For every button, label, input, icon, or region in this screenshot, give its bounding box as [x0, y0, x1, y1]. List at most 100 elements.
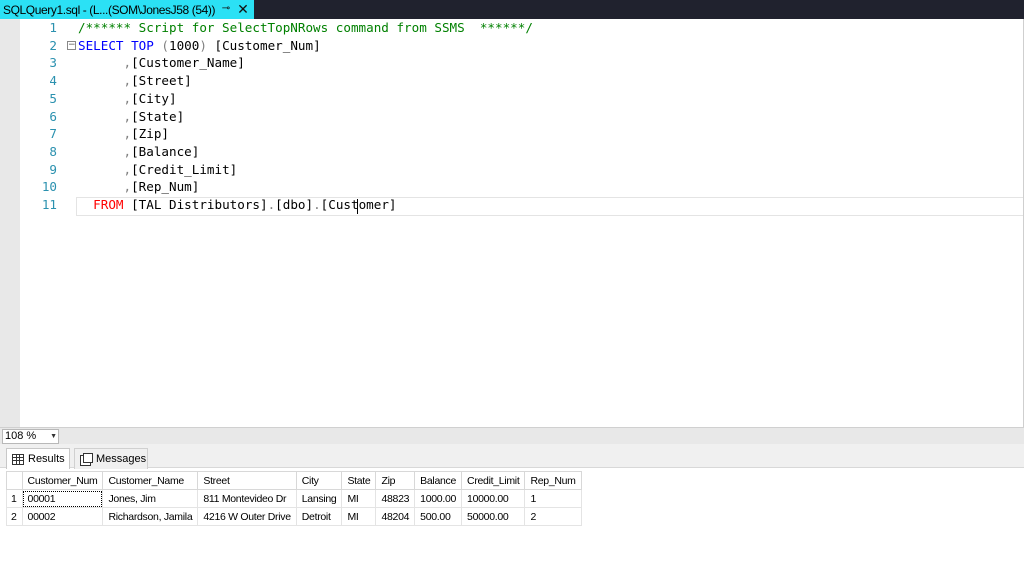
code-line[interactable]: 5 ,[City] — [0, 90, 1020, 108]
code-token: 1000 — [169, 37, 200, 53]
column-header[interactable]: City — [295, 471, 343, 490]
line-number: 5 — [49, 90, 57, 106]
messages-icon — [80, 453, 93, 466]
line-number: 6 — [49, 108, 57, 124]
column-header[interactable]: Street — [197, 471, 297, 490]
grid-cell[interactable]: 00002 — [21, 507, 104, 526]
grid-cell[interactable]: 2 — [524, 507, 582, 526]
code-token: SELECT TOP — [78, 37, 154, 53]
code-text: ,[Street] — [78, 72, 192, 90]
line-number: 11 — [41, 197, 57, 212]
code-token: [Customer_Name] — [131, 55, 245, 71]
results-grid[interactable]: Customer_Num Customer_Name Street City State… — [6, 471, 582, 526]
code-token: ) — [199, 37, 207, 53]
code-token: [Credit_Limit] — [131, 161, 238, 177]
code-text: /****** Script for SelectTopNRows comman… — [78, 19, 533, 37]
code-line[interactable]: 8 ,[Balance] — [0, 143, 1020, 161]
code-line[interactable]: 3 ,[Customer_Name] — [0, 54, 1020, 72]
code-token: , — [78, 161, 132, 177]
code-token: [TAL Distributors] — [123, 197, 268, 212]
grid-cell[interactable]: Detroit — [295, 507, 343, 526]
code-token: FROM — [78, 197, 124, 212]
line-number: 10 — [41, 179, 57, 195]
code-text: ,[Balance] — [78, 143, 199, 161]
grid-body: 1 00001 Jones, Jim 811 Montevideo Dr Lansing… — [6, 489, 582, 526]
grid-cell[interactable]: 811 Montevideo Dr — [197, 489, 297, 508]
document-tab-bar: SQLQuery1.sql - (L...(SOM\JonesJ58 (54))… — [0, 0, 1024, 19]
column-header[interactable]: Customer_Name — [102, 471, 199, 490]
code-text: ,[Rep_Num] — [78, 178, 199, 196]
grid-cell[interactable]: 1000.00 — [414, 489, 463, 508]
grid-cell[interactable]: 00001 — [21, 489, 104, 508]
code-token: /****** Script for SelectTopNRows comman… — [78, 20, 533, 35]
grid-cell[interactable]: Lansing — [295, 489, 343, 508]
grid-cell[interactable]: MI — [341, 507, 377, 526]
chevron-down-icon[interactable]: ▼ — [50, 430, 57, 443]
code-line[interactable]: 7 ,[Zip] — [0, 125, 1020, 143]
code-text: FROM [TAL Distributors].[dbo].[Customer] — [78, 196, 397, 214]
code-token: [Rep_Num] — [131, 179, 200, 195]
grid-cell[interactable]: 1 — [524, 489, 582, 508]
grid-cell[interactable]: Jones, Jim — [102, 489, 199, 508]
code-line[interactable]: 10 ,[Rep_Num] — [0, 178, 1020, 196]
code-text: SELECT TOP (1000) [Customer_Num] — [78, 37, 321, 55]
grid-cell[interactable]: MI — [341, 489, 377, 508]
column-header[interactable]: Rep_Num — [524, 471, 582, 490]
collapse-icon[interactable]: − — [67, 40, 76, 50]
row-number[interactable]: 2 — [6, 507, 23, 526]
code-text: ,[Credit_Limit] — [78, 161, 237, 179]
zoom-dropdown[interactable]: 108 % ▼ — [2, 429, 59, 444]
line-number: 9 — [49, 161, 57, 177]
tab-messages-label: Messages — [96, 452, 147, 465]
code-line[interactable]: 6 ,[State] — [0, 108, 1020, 126]
query-editor[interactable]: 1 /****** Script for SelectTopNRows comma… — [0, 19, 1024, 427]
grid-cell[interactable]: 48823 — [375, 489, 416, 508]
grid-cell[interactable]: 10000.00 — [461, 489, 526, 508]
pin-icon[interactable]: ⊸ — [219, 2, 233, 16]
tab-title: SQLQuery1.sql - (L...(SOM\JonesJ58 (54)) — [3, 2, 216, 17]
code-token: [Balance] — [131, 143, 200, 159]
code-token: , — [78, 179, 132, 195]
grid-icon — [12, 453, 24, 465]
grid-cell[interactable]: 500.00 — [414, 507, 463, 526]
tab-messages[interactable]: Messages — [74, 448, 148, 469]
tab-results[interactable]: Results — [6, 448, 70, 469]
code-token: [Customer] — [320, 197, 397, 212]
code-token: ( — [153, 37, 169, 53]
column-header[interactable]: Customer_Num — [21, 471, 104, 490]
code-line[interactable]: 9 ,[Credit_Limit] — [0, 161, 1020, 179]
grid-cell[interactable]: 4216 W Outer Drive — [197, 507, 297, 526]
close-icon[interactable]: ✕ — [236, 1, 250, 17]
zoom-value: 108 % — [5, 430, 37, 442]
table-row[interactable]: 2 00002 Richardson, Jamila 4216 W Outer Dri… — [6, 507, 582, 526]
line-number: 8 — [49, 143, 57, 159]
code-text: ,[City] — [78, 90, 177, 108]
grid-cell[interactable]: 50000.00 — [461, 507, 526, 526]
row-number[interactable]: 1 — [6, 489, 23, 508]
column-header[interactable]: State — [341, 471, 377, 490]
code-token: , — [78, 73, 132, 89]
code-line[interactable]: 11 FROM [TAL Distributors].[dbo].[Custom… — [0, 196, 1020, 214]
code-line[interactable]: 1 /****** Script for SelectTopNRows comma… — [0, 19, 1020, 37]
grid-cell[interactable]: Richardson, Jamila — [102, 507, 199, 526]
column-header[interactable]: Balance — [414, 471, 463, 490]
grid-cell[interactable]: 48204 — [375, 507, 416, 526]
code-token: , — [78, 108, 132, 124]
code-text: ,[Customer_Name] — [78, 54, 245, 72]
column-header[interactable]: Credit_Limit — [461, 471, 526, 490]
tab-sqlquery1[interactable]: SQLQuery1.sql - (L...(SOM\JonesJ58 (54))… — [0, 0, 254, 19]
line-number: 1 — [49, 20, 57, 35]
column-header[interactable]: Zip — [375, 471, 416, 490]
code-line[interactable]: 4 ,[Street] — [0, 72, 1020, 90]
code-token: , — [78, 90, 132, 106]
code-token: [State] — [131, 108, 185, 124]
code-token: [Customer_Num] — [206, 37, 321, 53]
table-row[interactable]: 1 00001 Jones, Jim 811 Montevideo Dr Lansing… — [6, 489, 582, 508]
code-line[interactable]: 2− SELECT TOP (1000) [Customer_Num] — [0, 37, 1020, 55]
code-token: . — [313, 197, 321, 212]
code-text: ,[Zip] — [78, 125, 169, 143]
row-header-corner[interactable] — [6, 471, 23, 490]
code-token: [Street] — [131, 73, 192, 89]
zoom-bar: 108 % ▼ — [0, 427, 1024, 444]
code-token: [City] — [131, 90, 177, 106]
